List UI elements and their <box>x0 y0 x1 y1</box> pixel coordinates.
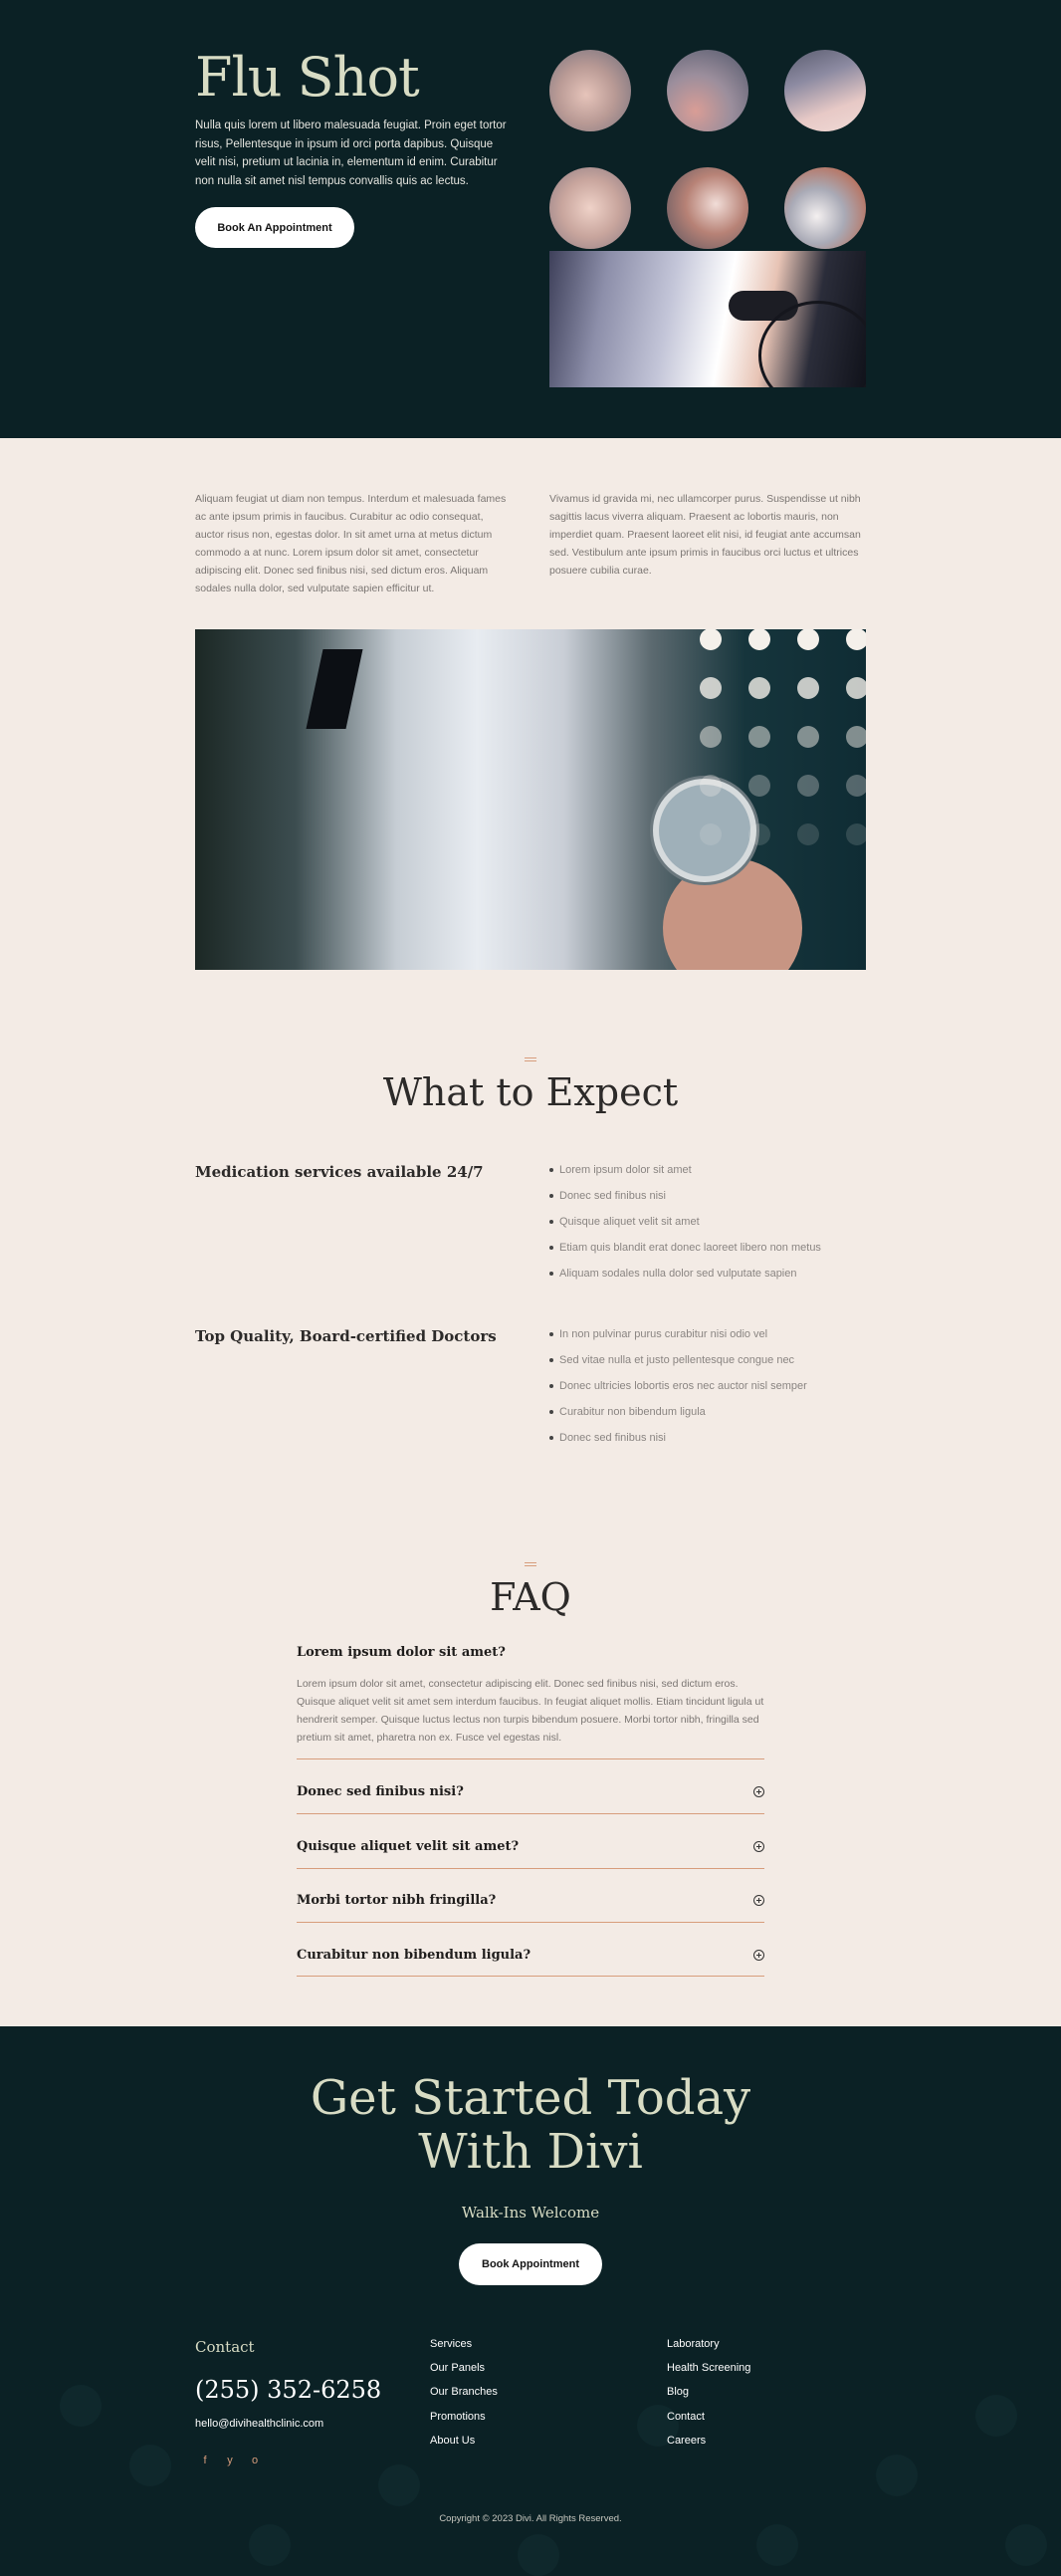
footer-link-services[interactable]: Services <box>430 2338 498 2362</box>
hero-circle-image <box>667 167 748 249</box>
expand-plus-icon[interactable] <box>753 1840 764 1852</box>
list-item: Donec sed finibus nisi <box>549 1190 821 1216</box>
list-item: Aliquam sodales nulla dolor sed vulputat… <box>549 1268 821 1293</box>
faq-item[interactable]: Donec sed finibus nisi? <box>297 1764 764 1818</box>
faq-divider <box>297 1976 764 1977</box>
book-appointment-cta-button[interactable]: Book Appointment <box>459 2243 602 2285</box>
list-item: In non pulvinar purus curabitur nisi odi… <box>549 1328 807 1354</box>
footer-link-laboratory[interactable]: Laboratory <box>667 2338 750 2362</box>
faq-question: Quisque aliquet velit sit amet? <box>297 1838 520 1854</box>
expect-list-medication: Lorem ipsum dolor sit amet Donec sed fin… <box>549 1164 821 1293</box>
faq-open-answer: Lorem ipsum dolor sit amet, consectetur … <box>297 1678 764 1744</box>
footer-link-careers[interactable]: Careers <box>667 2435 750 2459</box>
blood-pressure-photo <box>549 251 866 387</box>
footer-links-col-1: Services Our Panels Our Branches Promoti… <box>430 2338 498 2459</box>
section-divider-mark <box>525 1057 536 1061</box>
faq-title: FAQ <box>490 1575 571 1619</box>
twitter-icon[interactable]: y <box>223 2455 237 2466</box>
hero-title: Flu Shot <box>195 46 420 109</box>
book-appointment-button[interactable]: Book An Appointment <box>195 207 354 248</box>
copyright-text: Copyright © 2023 Divi. All Rights Reserv… <box>439 2513 622 2524</box>
what-to-expect-title: What to Expect <box>382 1070 679 1114</box>
footer-link-our-panels[interactable]: Our Panels <box>430 2362 498 2386</box>
hero-circle-image <box>549 167 631 249</box>
instagram-icon[interactable]: o <box>248 2455 262 2466</box>
footer-link-health-screening[interactable]: Health Screening <box>667 2362 750 2386</box>
faq-divider <box>297 1813 764 1814</box>
list-item: Curabitur non bibendum ligula <box>549 1406 807 1432</box>
faq-item[interactable]: Quisque aliquet velit sit amet? <box>297 1819 764 1873</box>
hero-circle-image <box>667 50 748 131</box>
faq-item[interactable]: Morbi tortor nibh fringilla? <box>297 1873 764 1927</box>
hero-text: Nulla quis lorem ut libero malesuada feu… <box>195 119 507 187</box>
faq-question: Morbi tortor nibh fringilla? <box>297 1892 497 1908</box>
faq-item[interactable]: Curabitur non bibendum ligula? <box>297 1928 764 1982</box>
footer-links-col-2: Laboratory Health Screening Blog Contact… <box>667 2338 750 2459</box>
list-item: Quisque aliquet velit sit amet <box>549 1216 821 1242</box>
cta-title-line-2: With Divi <box>418 2124 643 2180</box>
expand-plus-icon[interactable] <box>753 1894 764 1906</box>
cta-subtitle: Walk-Ins Welcome <box>461 2204 600 2222</box>
cta-title: Get Started Today With Divi <box>0 2071 1061 2179</box>
hero-circle-image <box>784 167 866 249</box>
expect-heading-medication: Medication services available 24/7 <box>195 1163 484 1181</box>
faq-question: Curabitur non bibendum ligula? <box>297 1947 531 1963</box>
footer-email[interactable]: hello@divihealthclinic.com <box>195 2418 323 2430</box>
intro-text-right: Vivamus id gravida mi, nec ullamcorper p… <box>549 493 861 577</box>
cta-title-line-1: Get Started Today <box>310 2070 751 2126</box>
footer-phone[interactable]: (255) 352-6258 <box>195 2376 381 2404</box>
list-item: Etiam quis blandit erat donec laoreet li… <box>549 1242 821 1268</box>
expect-list-doctors: In non pulvinar purus curabitur nisi odi… <box>549 1328 807 1458</box>
footer-link-our-branches[interactable]: Our Branches <box>430 2386 498 2410</box>
intro-text-left: Aliquam feugiat ut diam non tempus. Inte… <box>195 493 507 594</box>
list-item: Donec ultricies lobortis eros nec auctor… <box>549 1380 807 1406</box>
section-divider-mark <box>525 1562 536 1566</box>
expect-heading-doctors: Top Quality, Board-certified Doctors <box>195 1327 497 1345</box>
footer-contact-heading: Contact <box>195 2338 255 2356</box>
hero-section: Flu Shot Nulla quis lorem ut libero male… <box>0 0 1061 438</box>
footer-link-blog[interactable]: Blog <box>667 2386 750 2410</box>
list-item: Donec sed finibus nisi <box>549 1432 807 1458</box>
facebook-icon[interactable]: f <box>198 2455 212 2466</box>
footer-link-contact[interactable]: Contact <box>667 2411 750 2435</box>
faq-divider <box>297 1868 764 1869</box>
list-item: Lorem ipsum dolor sit amet <box>549 1164 821 1190</box>
hero-circle-image <box>549 50 631 131</box>
expand-plus-icon[interactable] <box>753 1949 764 1961</box>
faq-divider <box>297 1922 764 1923</box>
footer-link-promotions[interactable]: Promotions <box>430 2411 498 2435</box>
faq-question: Donec sed finibus nisi? <box>297 1783 464 1799</box>
faq-open-question[interactable]: Lorem ipsum dolor sit amet? <box>297 1645 506 1660</box>
list-item: Sed vitae nulla et justo pellentesque co… <box>549 1354 807 1380</box>
footer-link-about-us[interactable]: About Us <box>430 2435 498 2459</box>
doctor-stethoscope-photo <box>195 629 866 970</box>
hero-circle-image <box>784 50 866 131</box>
expand-plus-icon[interactable] <box>753 1785 764 1797</box>
faq-divider <box>297 1758 764 1759</box>
